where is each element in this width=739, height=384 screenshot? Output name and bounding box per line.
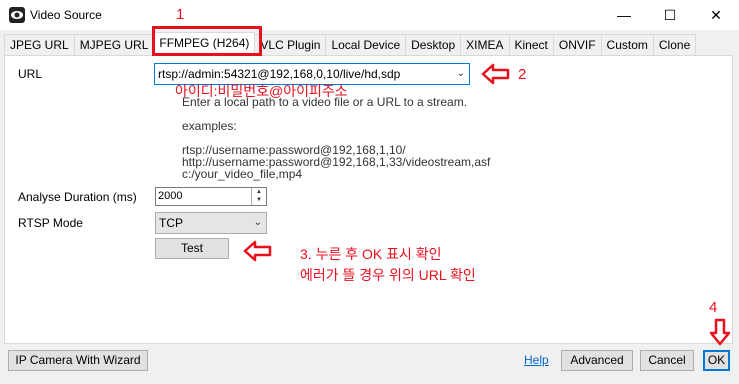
analyse-duration-value: 2000 — [158, 190, 183, 202]
url-help-text: Enter a local path to a video file or a … — [182, 96, 490, 180]
tab-onvif[interactable]: ONVIF — [552, 34, 602, 55]
annotation-highlight-tab — [152, 26, 262, 56]
tab-desktop[interactable]: Desktop — [405, 34, 462, 55]
annotation-step3-line1: 3. 누른 후 OK 표시 확인 — [300, 246, 442, 262]
cancel-button[interactable]: Cancel — [640, 350, 694, 371]
tab-mjpeg-url[interactable]: MJPEG URL — [73, 34, 155, 55]
tab-ximea[interactable]: XIMEA — [460, 34, 510, 55]
tab-strip: JPEG URL MJPEG URL FFMPEG (H264) VLC Plu… — [4, 32, 697, 55]
rtsp-mode-select[interactable]: TCP ⌄ — [155, 212, 267, 234]
annotation-arrow-left-icon — [243, 240, 272, 262]
annotation-arrow-down-icon — [709, 318, 731, 346]
tab-jpeg-url[interactable]: JPEG URL — [4, 34, 75, 55]
analyse-duration-stepper[interactable]: 2000 ▲ ▼ — [155, 187, 267, 206]
ok-button[interactable]: OK — [703, 350, 730, 371]
rtsp-mode-label: RTSP Mode — [18, 216, 83, 230]
eye-app-icon — [9, 7, 25, 23]
help-line: examples: — [182, 119, 237, 133]
tab-clone[interactable]: Clone — [652, 34, 697, 55]
ip-camera-wizard-button[interactable]: IP Camera With Wizard — [8, 350, 148, 371]
chevron-down-icon[interactable]: ⌄ — [254, 213, 262, 233]
analyse-duration-label: Analyse Duration (ms) — [18, 190, 137, 204]
tab-custom[interactable]: Custom — [600, 34, 654, 55]
tab-kinect[interactable]: Kinect — [508, 34, 554, 55]
minimize-icon[interactable]: — — [601, 0, 647, 30]
tab-vlc-plugin[interactable]: VLC Plugin — [254, 34, 327, 55]
tab-local-device[interactable]: Local Device — [325, 34, 407, 55]
url-value: rtsp://admin:54321@192,168,0,10/live/hd,… — [158, 67, 401, 81]
annotation-number-4: 4 — [709, 299, 718, 316]
window-title: Video Source — [30, 8, 102, 22]
url-label: URL — [18, 67, 43, 81]
annotation-step3-line2: 에러가 뜰 경우 위의 URL 확인 — [300, 267, 476, 283]
rtsp-mode-value: TCP — [159, 216, 183, 230]
stepper-up-icon[interactable]: ▲ — [252, 188, 266, 196]
stepper-buttons[interactable]: ▲ ▼ — [251, 188, 266, 205]
annotation-number-2: 2 — [518, 66, 527, 83]
annotation-number-1: 1 — [176, 6, 185, 23]
advanced-button[interactable]: Advanced — [561, 350, 633, 371]
help-link[interactable]: Help — [524, 353, 549, 367]
test-button[interactable]: Test — [155, 238, 229, 259]
chevron-down-icon[interactable]: ⌄ — [457, 64, 465, 84]
maximize-icon[interactable]: ☐ — [647, 0, 693, 30]
help-line: Enter a local path to a video file or a … — [182, 95, 468, 109]
help-line: c:/your_video_file,mp4 — [182, 167, 303, 181]
title-bar: Video Source — ☐ ✕ — [0, 0, 739, 30]
close-icon[interactable]: ✕ — [693, 0, 739, 30]
annotation-arrow-left-icon — [481, 63, 510, 85]
stepper-down-icon[interactable]: ▼ — [252, 196, 266, 204]
